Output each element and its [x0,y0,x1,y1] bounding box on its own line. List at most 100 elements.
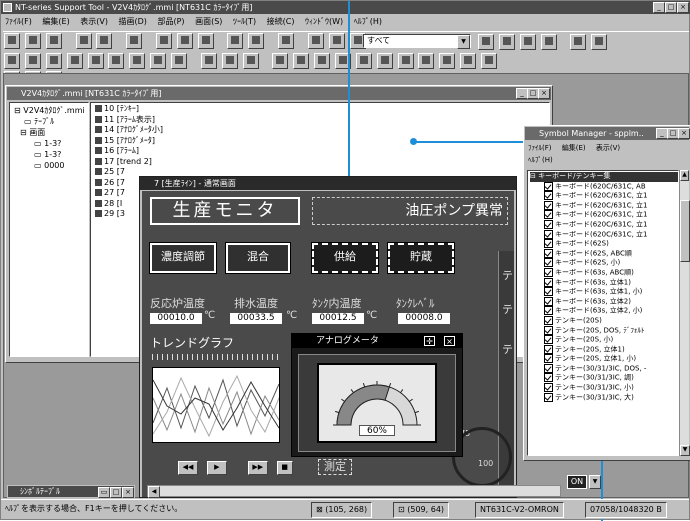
redo-icon[interactable] [248,33,265,49]
string-display-icon[interactable] [293,53,310,69]
checkbox-icon[interactable] [544,354,553,364]
symbol-list-item[interactable]: キーボード(620C/631C, 立1 [530,210,678,220]
thumbwheel-icon[interactable] [439,53,456,69]
checkbox-icon[interactable] [544,239,553,249]
symbol-list-item[interactable]: キーボード(620C/631C, 立1 [530,200,678,211]
checkbox-icon[interactable] [544,258,553,268]
checkbox-icon[interactable] [544,248,553,258]
symbol-list-item[interactable]: テンキー(30/31/3IC, DOS, - [530,363,678,374]
symbol-list-item[interactable]: キーボード(63s, 立体2, 小) [530,306,678,316]
circle-icon[interactable] [87,53,104,69]
cut-icon[interactable] [155,33,172,49]
mark-icon[interactable] [171,53,187,69]
numeral-input-icon[interactable] [314,53,330,69]
menu-connect[interactable]: 接続(C) [267,17,295,26]
menu-screen[interactable]: 画面(S) [195,17,222,26]
checkbox-icon[interactable] [544,344,553,354]
tree-table[interactable]: ▭ ﾃｰﾌﾞﾙ [14,116,88,127]
minimized-window[interactable]: ｼﾝﾎﾞﾙﾃｰﾌﾞﾙ ▭ □ × [7,485,135,498]
tree-screen-group-1[interactable]: ▭ 1-3? [14,138,88,149]
checkbox-icon[interactable] [544,191,553,201]
meter-icon[interactable] [376,53,393,69]
tree-screen[interactable]: ⊟ 画面 [14,127,88,138]
new-file-icon[interactable] [4,33,20,49]
list-item[interactable]: 11 [ｱﾗｰﾑ表示] [95,115,549,126]
polyline-icon[interactable] [24,53,41,69]
touch-switch-icon[interactable] [221,53,238,69]
symbol-list-item[interactable]: テンキー(20S, 小) [530,335,678,345]
symbol-list-item[interactable]: テンキー(20S, 立体1) [530,344,678,355]
align-center-icon[interactable] [498,34,515,50]
mini-restore-button[interactable]: ▭ [98,487,110,498]
value-tank-temp[interactable]: 00012.5 [312,313,364,324]
polygon-icon[interactable] [108,53,125,69]
window-icon[interactable] [460,53,477,69]
bitmap-icon[interactable] [200,53,217,69]
symbol-list-item[interactable]: キーボード(620C/631C, 立1 [530,191,678,201]
menu-window[interactable]: ｳｨﾝﾄﾞｳ(W) [305,17,343,26]
symbol-list-item[interactable]: テンキー(20S, DOS, ﾃﾞﾌｫﾙﾄ [530,325,678,336]
checkbox-icon[interactable] [544,219,553,229]
checkbox-icon[interactable] [544,383,553,393]
menu-parts[interactable]: 部品(P) [157,17,184,26]
grid-icon[interactable] [307,33,324,49]
chevron-down-icon[interactable]: ▼ [457,35,470,49]
save-icon[interactable] [45,33,62,49]
tree-screen-group-2[interactable]: ▭ 1-3? [14,149,88,160]
copy-icon[interactable] [176,33,193,49]
symbol-list-item[interactable]: キーボード(63s, ABC順) [530,267,678,278]
trend-graph[interactable] [152,367,280,443]
value-reactor-temp[interactable]: 00010.0 [150,313,202,324]
checkbox-icon[interactable] [544,267,553,277]
trend-forward-button[interactable]: ▶▶ [247,461,268,475]
symbol-list-item[interactable]: テンキー(30/31/3IC, 小) [530,383,678,393]
checkbox-icon[interactable] [544,296,553,306]
scroll-thumb[interactable] [680,200,690,262]
symbol-list-item[interactable]: キーボード(63s, 立体2) [530,296,678,307]
zoom-combo[interactable]: すべて ▼ [363,34,471,49]
checkbox-icon[interactable] [544,306,553,316]
checkbox-icon[interactable] [544,277,553,287]
list-item[interactable]: 14 [ｱﾅﾛｸﾞﾒｰﾀ小] [95,125,549,136]
symbol-list-item[interactable]: キーボード(620C/631C, 立1 [530,229,678,240]
meter-face[interactable]: 60% [317,363,437,443]
move-icon[interactable]: ✛ [424,336,435,346]
symbol-menu-file[interactable]: ﾌｧｲﾙ(F) [528,144,552,152]
symbol-list-item[interactable]: キーボード(63s, 立体1) [530,277,678,288]
text-icon[interactable] [150,53,167,69]
undo-icon[interactable] [227,33,244,49]
on-switch[interactable]: ON [567,475,587,489]
list-item[interactable]: 10 [ﾃﾝｷｰ] [95,104,549,115]
symbol-list-item[interactable]: キーボード(62S, ABC順 [530,248,678,259]
list-item[interactable]: 17 [trend 2] [95,157,549,168]
symbol-list-item[interactable]: テンキー(30/31/3IC, 調) [530,373,678,383]
button-storage[interactable]: 貯蔵 [387,242,455,274]
trend-status[interactable]: 測定 [318,459,352,475]
button-supply[interactable]: 供給 [311,242,379,274]
menu-edit[interactable]: 編集(E) [42,17,69,26]
symbol-menu-view[interactable]: 表示(V) [596,144,620,152]
minimize-button[interactable]: _ [653,2,665,13]
button-concentration[interactable]: 濃度調節 [149,242,217,274]
align-right-icon[interactable] [519,34,536,50]
snap-icon[interactable] [328,33,345,49]
tree-root[interactable]: ⊟ V2V4ｶﾀﾛｸﾞ.mmi [14,105,88,116]
scroll-down-arrow[interactable]: ▼ [680,445,690,456]
align-left-icon[interactable] [478,34,494,50]
alarm-list-icon[interactable] [397,53,414,69]
scroll-up-arrow[interactable]: ▲ [680,170,689,181]
checkbox-icon[interactable] [544,392,553,402]
symbol-list-item[interactable]: テンキー(30/31/3IC, 大) [530,392,678,403]
menu-view[interactable]: 表示(V) [80,17,108,26]
menu-file[interactable]: ﾌｧｲﾙ(F) [5,17,32,26]
button-mixing[interactable]: 混合 [225,242,291,274]
symbol-menu-edit[interactable]: 編集(E) [562,144,586,152]
maximize-button[interactable]: □ [665,2,677,13]
checkbox-icon[interactable] [544,229,553,239]
meter-close-icon[interactable]: × [444,336,455,346]
checkbox-icon[interactable] [544,315,553,325]
symbol-list-item[interactable]: キーボード(620C/631C, AB [530,181,678,192]
value-tank-level[interactable]: 00008.0 [398,313,450,324]
mini-close-button[interactable]: × [122,487,134,498]
group-icon[interactable] [591,34,608,50]
